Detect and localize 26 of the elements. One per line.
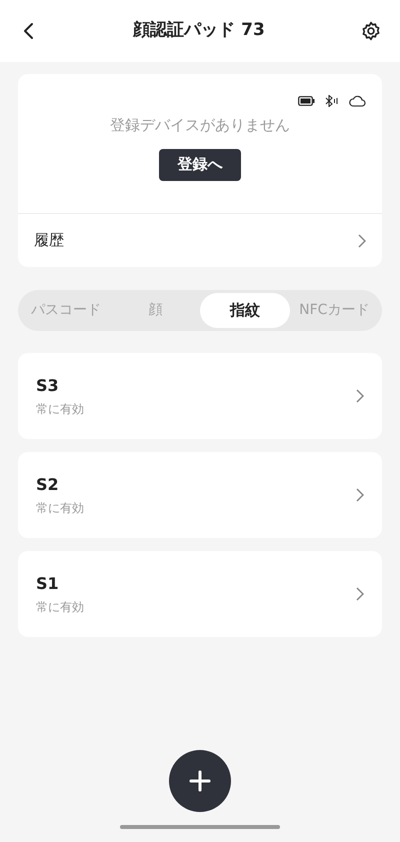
chevron-icon: [358, 234, 366, 248]
bluetooth-icon: [325, 95, 339, 107]
screen-title: 顔認証パッド 73: [133, 19, 265, 42]
fingerprint-row[interactable]: S2 常に有効: [18, 452, 382, 538]
register-button[interactable]: 登録へ: [159, 148, 241, 180]
fingerprint-row[interactable]: S3 常に有効: [18, 353, 382, 439]
fingerprint-name: S1: [36, 573, 60, 595]
history-label: 履歴: [34, 230, 64, 252]
chevron-icon: [356, 488, 364, 502]
history-row[interactable]: 履歴: [18, 214, 382, 267]
plus-icon: [189, 770, 211, 792]
chevron-icon: [356, 587, 364, 601]
battery-icon: [298, 96, 315, 106]
validity-label: 常に有効: [36, 500, 84, 517]
chevron-icon: [356, 389, 364, 403]
tab[interactable]: 指紋: [200, 293, 290, 328]
validity-label: 常に有効: [36, 401, 84, 418]
settings-button[interactable]: [360, 20, 382, 42]
back-icon: [22, 22, 34, 40]
fingerprint-name: S3: [36, 375, 60, 397]
fingerprint-row[interactable]: S1 常に有効: [18, 551, 382, 637]
cloud-icon: [349, 95, 366, 107]
validity-label: 常に有効: [36, 599, 84, 616]
settings-icon: [360, 21, 381, 41]
fingerprint-name: S2: [36, 474, 60, 496]
empty-message: 登録デバイスがありません: [110, 115, 290, 136]
